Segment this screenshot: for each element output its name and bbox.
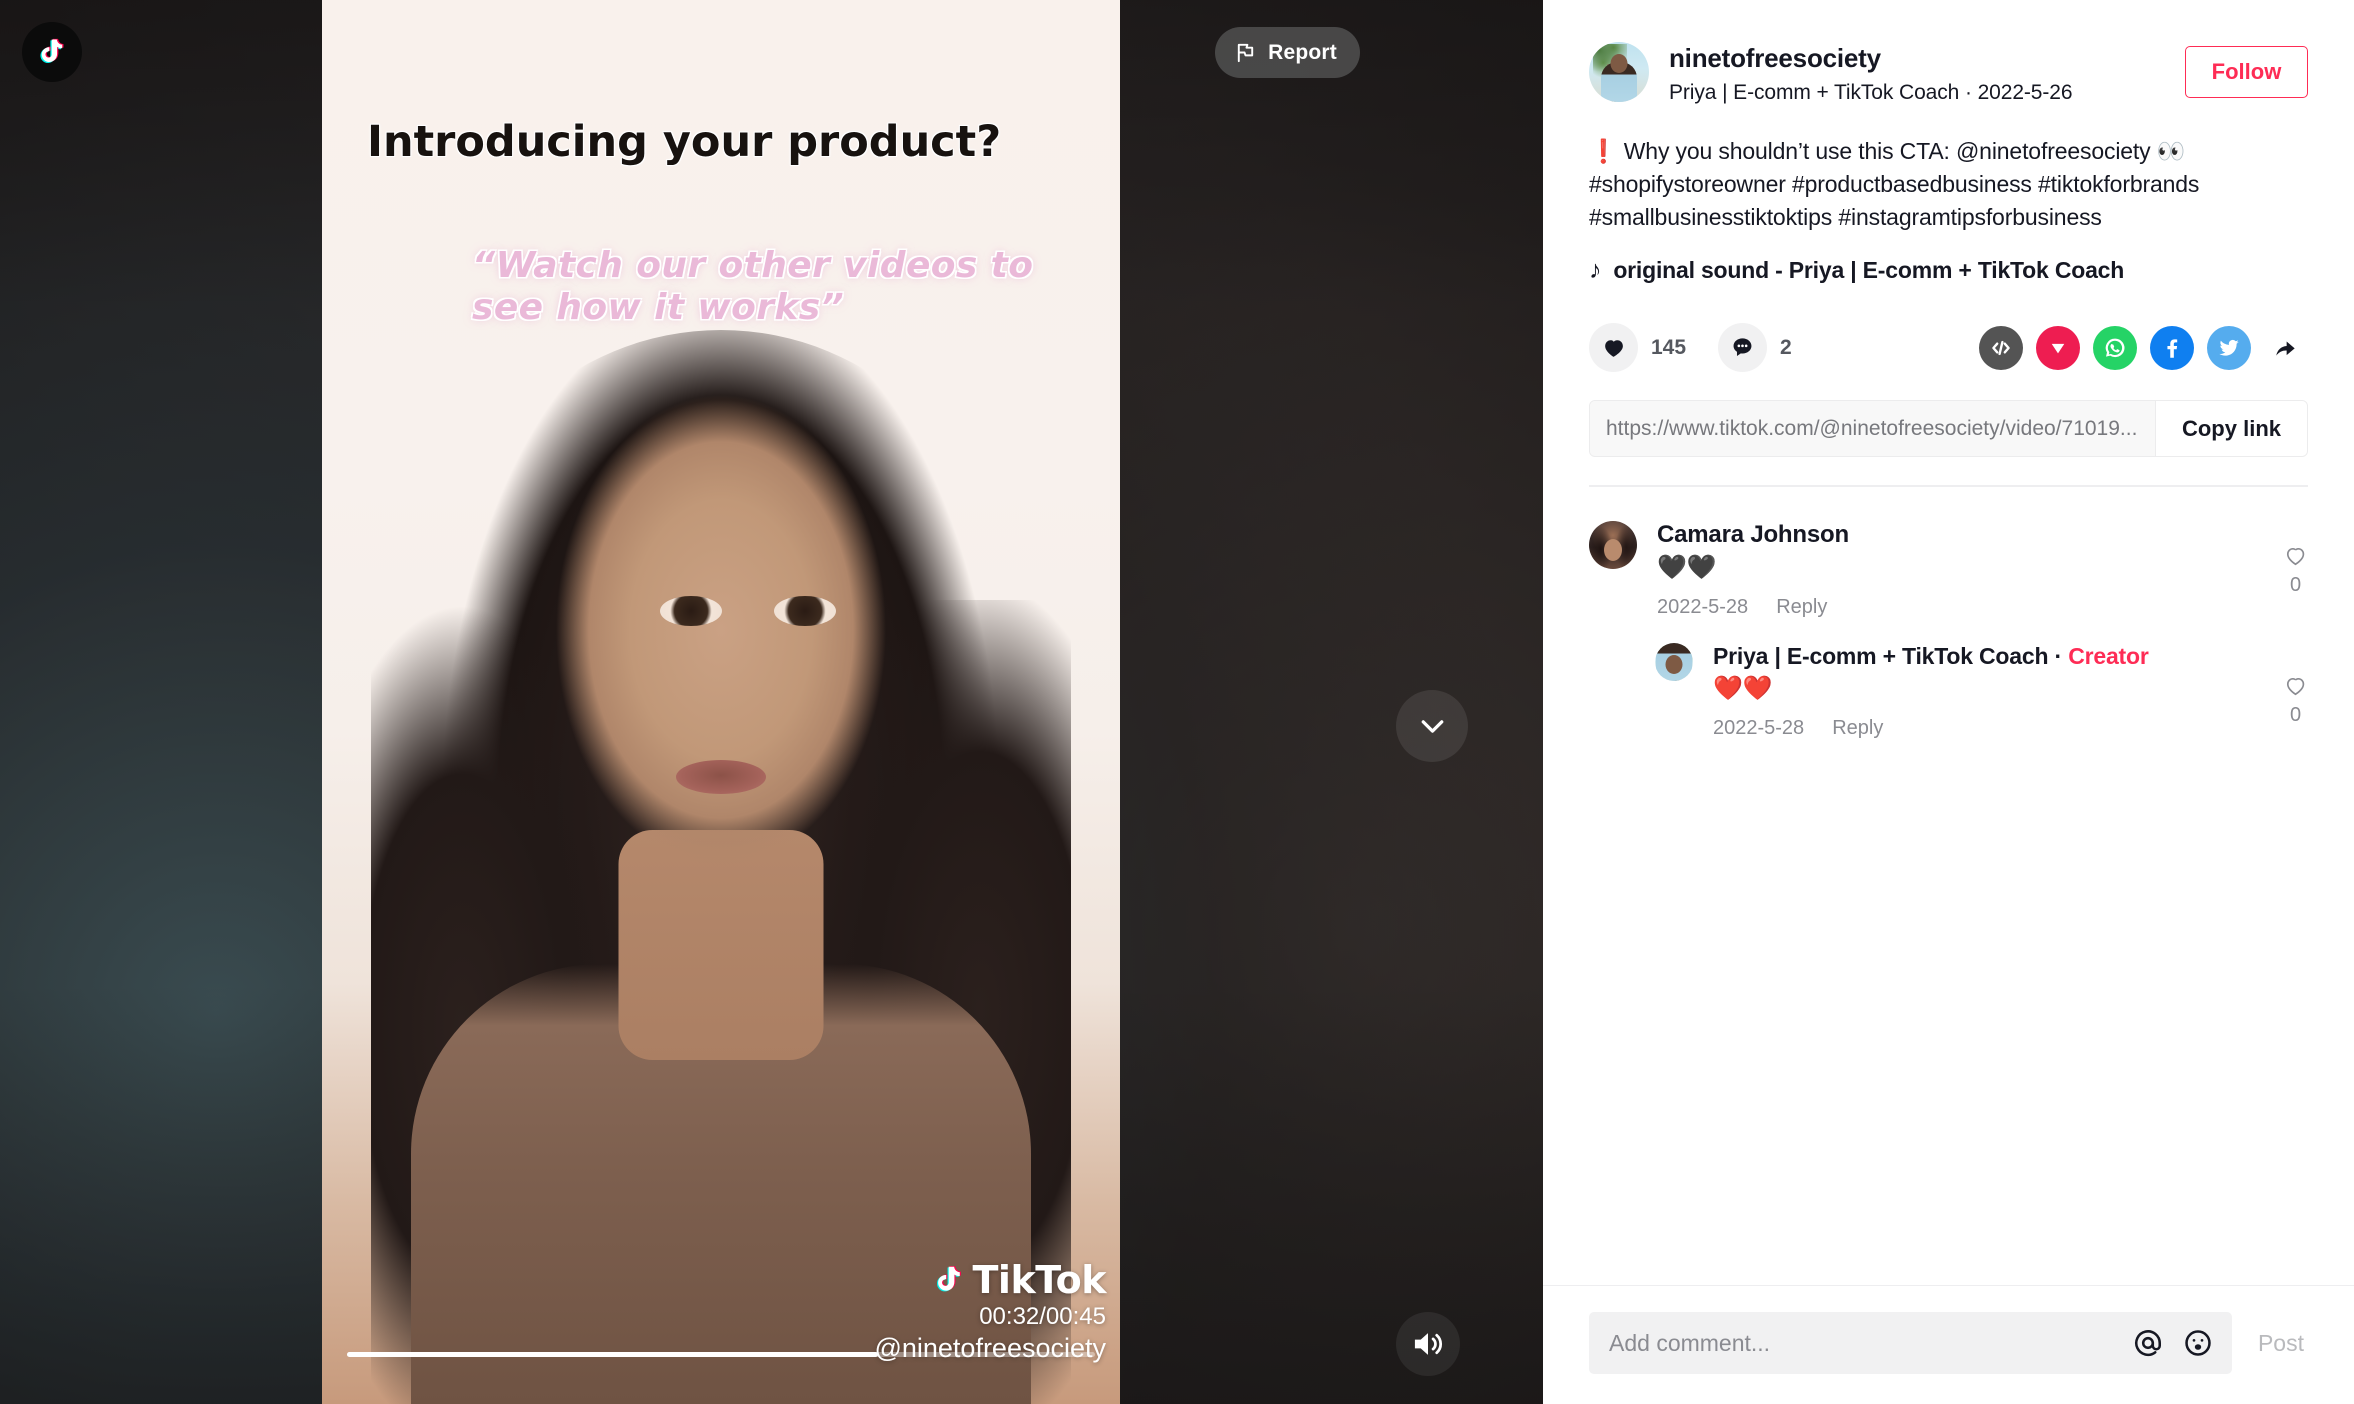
caption-line-1: Why you shouldn’t use this CTA: @ninetof… <box>1617 138 2186 164</box>
video-watermark: TikTok 00:32/00:45 @ninetofreesociety <box>874 1258 1106 1364</box>
video-player[interactable]: Introducing your product? “Watch our oth… <box>322 0 1120 1404</box>
tiktok-note-icon <box>936 1266 961 1292</box>
volume-button[interactable] <box>1396 1312 1460 1376</box>
comments-list[interactable]: Camara Johnson 🖤🖤 2022-5-28 Reply 0 Priy… <box>1543 486 2354 1285</box>
comment-button[interactable]: 2 <box>1718 323 1792 373</box>
comment-date: 2022-5-28 <box>1713 716 1805 739</box>
embed-code-icon[interactable] <box>1979 325 2023 370</box>
video-overlay-title: Introducing your product? <box>367 117 1002 167</box>
video-progress-fill <box>347 1352 879 1357</box>
music-link[interactable]: ♪ original sound - Priya | E-comm + TikT… <box>1589 256 2308 285</box>
comment-text: 🖤🖤 <box>1657 553 1717 581</box>
video-stage: Report Introducing your product? “Watch … <box>0 0 1543 1404</box>
at-mention-icon[interactable] <box>2132 1327 2164 1359</box>
comment-like-button[interactable]: 0 <box>2283 543 2308 597</box>
comment-date: 2022-5-28 <box>1657 595 1749 618</box>
tiktok-logo-icon[interactable] <box>22 22 82 82</box>
video-subject-eye-right <box>774 596 836 626</box>
watermark-brand: TikTok <box>874 1258 1107 1302</box>
share-icons-row <box>1979 325 2308 370</box>
comment-body: Camara Johnson 🖤🖤 2022-5-28 Reply <box>1657 521 2308 619</box>
caption-hashtags-line-2[interactable]: #smallbusinesstiktoktips #instagramtipsf… <box>1589 204 2102 230</box>
heart-icon <box>1605 340 1623 358</box>
author-username[interactable]: ninetofreesociety <box>1669 43 2165 74</box>
avatar-face <box>1665 654 1683 674</box>
commenter-avatar[interactable] <box>1589 520 1637 569</box>
comment-like-count: 0 <box>2289 573 2302 596</box>
heart-outline-icon <box>2286 547 2305 566</box>
twitter-icon[interactable] <box>2207 325 2251 370</box>
video-caption: ❗ Why you shouldn’t use this CTA: @ninet… <box>1589 135 2308 234</box>
creator-separator: · <box>2054 642 2063 669</box>
share-link-bar: https://www.tiktok.com/@ninetofreesociet… <box>1589 400 2308 458</box>
author-subtitle: Priya | E-comm + TikTok Coach · 2022-5-2… <box>1669 81 2073 104</box>
commenter-name-text: Priya | E-comm + TikTok Coach <box>1713 642 2049 669</box>
comment-input-wrapper[interactable] <box>1589 1312 2232 1374</box>
follow-button[interactable]: Follow <box>2185 46 2308 98</box>
comment-bubble-icon <box>1733 338 1752 357</box>
heart-outline-icon <box>2286 677 2305 696</box>
comment-input[interactable] <box>1609 1329 2114 1357</box>
speaker-on-icon <box>1414 1333 1442 1355</box>
next-video-button[interactable] <box>1396 690 1468 762</box>
emoji-icon[interactable] <box>2182 1327 2214 1359</box>
watermark-handle: @ninetofreesociety <box>874 1333 1106 1363</box>
author-avatar[interactable] <box>1589 42 1649 102</box>
report-button[interactable]: Report <box>1215 27 1360 78</box>
comment-count: 2 <box>1780 335 1792 359</box>
watermark-brand-label: TikTok <box>972 1258 1107 1302</box>
like-button[interactable]: 145 <box>1589 323 1687 373</box>
comment-reply-link[interactable]: Reply <box>1776 596 1827 619</box>
comment-like-button[interactable]: 0 <box>2283 673 2308 727</box>
like-icon-circle <box>1589 323 1638 373</box>
comment-text: ❤️❤️ <box>1713 674 1773 702</box>
video-info-sidebar: ninetofreesociety Priya | E-comm + TikTo… <box>1543 0 2354 1404</box>
tiktok-video-page: Report Introducing your product? “Watch … <box>0 0 2354 1404</box>
comment-icon-circle <box>1718 323 1768 373</box>
commenter-avatar[interactable] <box>1655 642 1693 681</box>
flag-icon <box>1237 43 1254 63</box>
avatar-face <box>1604 539 1622 562</box>
comment-meta: 2022-5-28 Reply <box>1713 717 2308 740</box>
avatar-face <box>1610 54 1628 73</box>
author-meta: ninetofreesociety Priya | E-comm + TikTo… <box>1669 42 2165 105</box>
video-time-display: 00:32/00:45 <box>979 1303 1106 1330</box>
music-note-icon: ♪ <box>1589 256 1602 285</box>
music-label: original sound - Priya | E-comm + TikTok… <box>1613 257 2125 284</box>
share-arrow-icon[interactable] <box>2264 326 2308 370</box>
video-progress-bar[interactable] <box>347 1352 1095 1357</box>
comment-reply-link[interactable]: Reply <box>1832 717 1883 740</box>
chevron-down-icon <box>1421 719 1443 733</box>
caption-alert-emoji: ❗ <box>1589 138 1618 164</box>
sidebar-header: ninetofreesociety Priya | E-comm + TikTo… <box>1543 0 2354 487</box>
comment-body: Priya | E-comm + TikTok Coach · Creator … <box>1713 643 2308 740</box>
whatsapp-icon[interactable] <box>2093 325 2137 370</box>
post-comment-button[interactable]: Post <box>2254 1330 2308 1357</box>
share-url-text[interactable]: https://www.tiktok.com/@ninetofreesociet… <box>1590 401 2155 457</box>
creator-badge: Creator <box>2068 642 2149 669</box>
report-label: Report <box>1268 40 1337 64</box>
red-share-icon[interactable] <box>2036 325 2080 370</box>
facebook-icon[interactable] <box>2150 325 2194 370</box>
video-overlay-quote: “Watch our other videos to see how it wo… <box>472 245 1034 328</box>
video-subject-eye-left <box>660 596 722 626</box>
author-row: ninetofreesociety Priya | E-comm + TikTo… <box>1589 42 2308 105</box>
video-subject-face <box>556 395 886 865</box>
comment-composer: Post <box>1543 1285 2354 1404</box>
comment-item: Priya | E-comm + TikTok Coach · Creator … <box>1589 642 2308 740</box>
commenter-name[interactable]: Camara Johnson <box>1657 521 2308 549</box>
commenter-name[interactable]: Priya | E-comm + TikTok Coach · Creator <box>1713 643 2308 670</box>
caption-hashtags-line-1[interactable]: #shopifystoreowner #productbasedbusiness… <box>1589 171 2199 197</box>
comment-like-count: 0 <box>2289 703 2302 726</box>
engagement-row: 145 2 <box>1589 323 2308 373</box>
comment-item: Camara Johnson 🖤🖤 2022-5-28 Reply 0 <box>1589 520 2308 619</box>
like-count: 145 <box>1651 335 1687 359</box>
copy-link-button[interactable]: Copy link <box>2154 401 2307 457</box>
comment-meta: 2022-5-28 Reply <box>1657 596 2308 619</box>
video-subject-mouth <box>676 760 766 794</box>
